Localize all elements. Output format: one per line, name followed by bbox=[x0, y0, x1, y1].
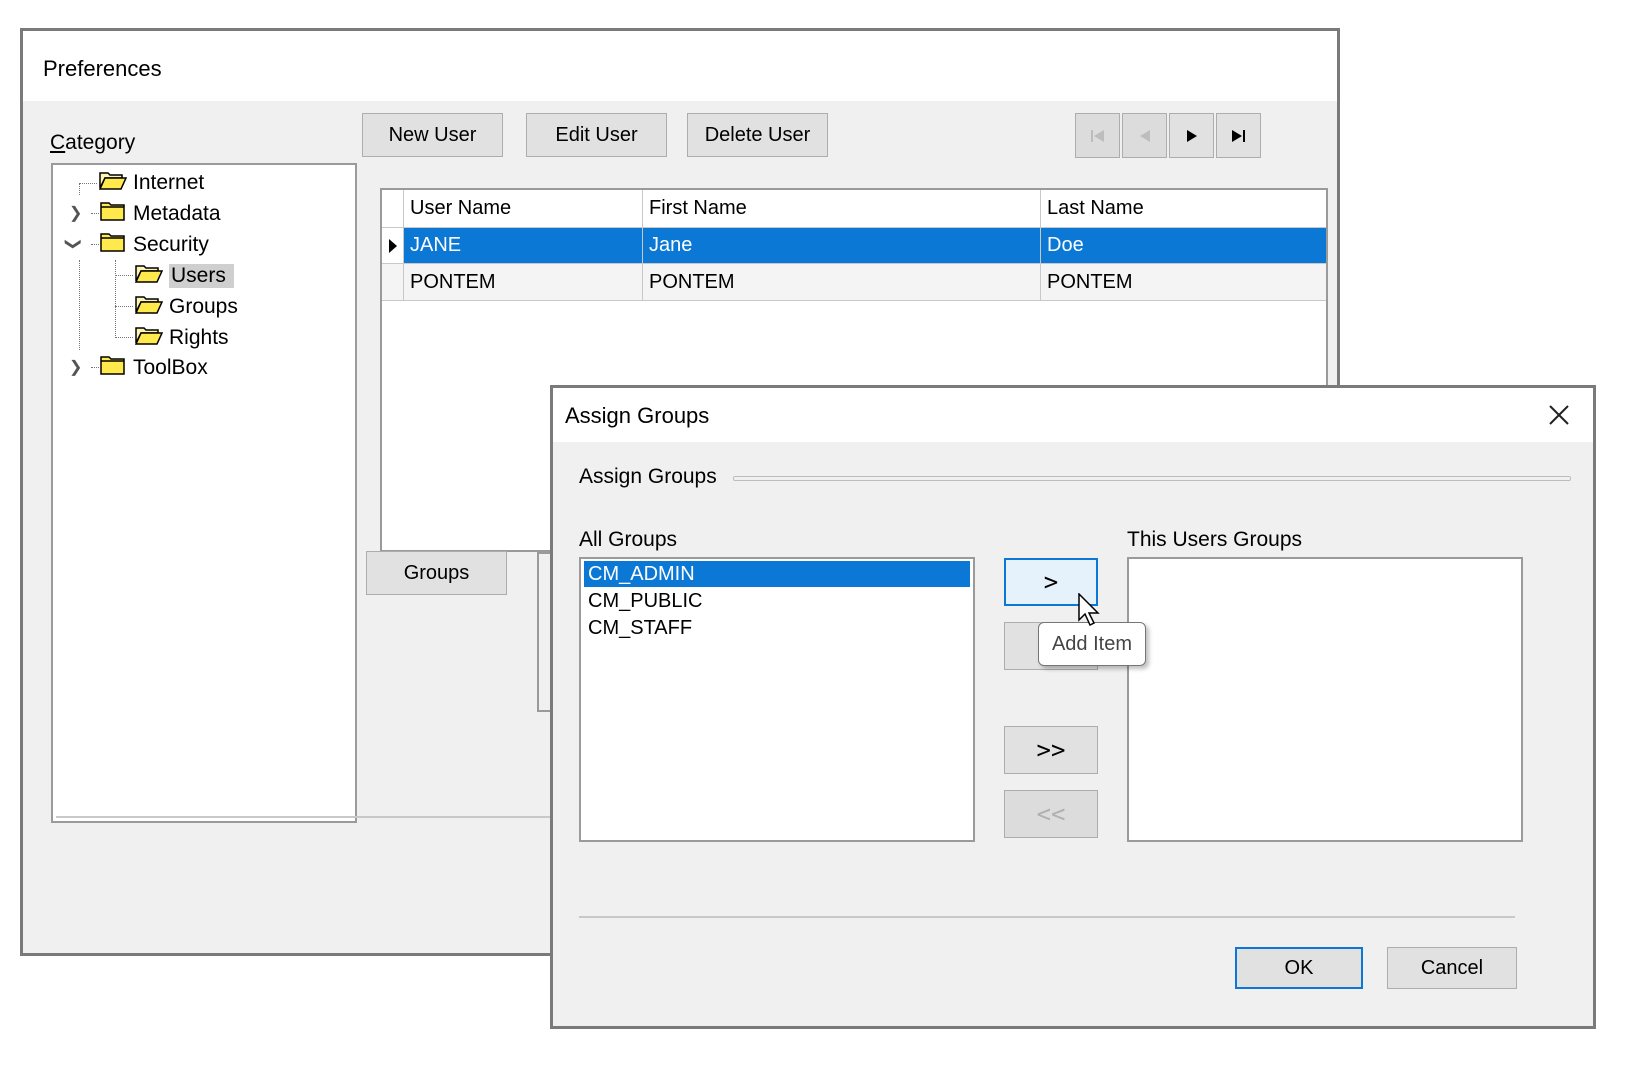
this-users-groups-label: This Users Groups bbox=[1127, 528, 1303, 551]
tree-connector bbox=[79, 260, 80, 350]
divider bbox=[56, 816, 596, 818]
remove-all-button[interactable]: << bbox=[1004, 790, 1098, 838]
category-label-accel: C bbox=[50, 131, 66, 154]
grid-corner bbox=[382, 190, 404, 228]
all-groups-list[interactable]: CM_ADMIN CM_PUBLIC CM_STAFF bbox=[579, 557, 975, 842]
table-cell[interactable]: PONTEM bbox=[1041, 264, 1326, 301]
open-folder-icon bbox=[134, 262, 164, 290]
folder-icon bbox=[99, 354, 127, 382]
column-header[interactable]: User Name bbox=[404, 190, 643, 228]
tree-item-groups[interactable]: Groups bbox=[134, 292, 238, 322]
list-item[interactable]: CM_STAFF bbox=[584, 615, 970, 641]
category-tree[interactable]: ❯ ❯ ❯ Internet Metadata Security Users G… bbox=[51, 163, 357, 823]
cancel-button[interactable]: Cancel bbox=[1387, 947, 1517, 989]
previous-record-icon[interactable] bbox=[1122, 113, 1167, 158]
open-folder-icon bbox=[134, 324, 164, 352]
category-label-rest: ategory bbox=[65, 131, 136, 154]
tree-item-label: Rights bbox=[169, 326, 229, 349]
tree-connector bbox=[115, 275, 133, 276]
window-title: Preferences bbox=[23, 31, 1337, 101]
row-header[interactable] bbox=[382, 264, 404, 301]
this-users-groups-list[interactable] bbox=[1127, 557, 1523, 842]
group-caption: Assign Groups bbox=[579, 465, 727, 489]
chevron-right-icon[interactable]: ❯ bbox=[69, 357, 82, 377]
table-cell[interactable]: JANE bbox=[404, 228, 643, 264]
group-box-line bbox=[733, 476, 1571, 481]
table-cell[interactable]: PONTEM bbox=[404, 264, 643, 301]
tree-item-label-selected: Users bbox=[169, 264, 234, 288]
folder-icon bbox=[99, 231, 127, 259]
list-item[interactable]: CM_PUBLIC bbox=[584, 588, 970, 614]
new-user-button[interactable]: New User bbox=[362, 113, 503, 157]
tree-connector bbox=[79, 183, 97, 184]
tree-connector bbox=[115, 260, 116, 338]
tree-connector bbox=[91, 213, 99, 214]
tree-item-security[interactable]: Security bbox=[99, 230, 209, 260]
tree-item-metadata[interactable]: Metadata bbox=[99, 199, 221, 229]
tree-item-label: ToolBox bbox=[133, 356, 208, 379]
chevron-right-icon[interactable]: ❯ bbox=[69, 203, 82, 223]
last-record-icon[interactable] bbox=[1216, 113, 1261, 158]
list-item[interactable]: CM_ADMIN bbox=[584, 561, 970, 587]
column-header[interactable]: Last Name bbox=[1041, 190, 1326, 228]
table-cell[interactable]: Doe bbox=[1041, 228, 1326, 264]
tree-connector bbox=[79, 183, 80, 195]
chevron-down-icon[interactable]: ❯ bbox=[64, 237, 84, 250]
edit-user-button[interactable]: Edit User bbox=[526, 113, 667, 157]
tree-connector bbox=[115, 306, 133, 307]
close-icon[interactable] bbox=[1538, 395, 1580, 435]
next-record-icon[interactable] bbox=[1169, 113, 1214, 158]
tree-item-internet[interactable]: Internet bbox=[98, 168, 205, 198]
mouse-pointer-icon bbox=[1078, 592, 1102, 632]
tree-connector bbox=[91, 367, 99, 368]
table-cell[interactable]: Jane bbox=[643, 228, 1041, 264]
tree-item-label: Metadata bbox=[133, 202, 221, 225]
all-groups-label: All Groups bbox=[579, 528, 678, 551]
open-folder-icon bbox=[98, 169, 128, 197]
add-all-button[interactable]: >> bbox=[1004, 726, 1098, 774]
tree-connector bbox=[91, 244, 99, 245]
current-row-indicator-icon bbox=[382, 228, 404, 264]
tree-connector bbox=[115, 337, 133, 338]
column-header[interactable]: First Name bbox=[643, 190, 1041, 228]
folder-icon bbox=[99, 200, 127, 228]
tree-item-rights[interactable]: Rights bbox=[134, 323, 229, 353]
ok-button[interactable]: OK bbox=[1235, 947, 1363, 989]
tree-item-label: Internet bbox=[133, 171, 205, 194]
table-cell[interactable]: PONTEM bbox=[643, 264, 1041, 301]
tree-item-users[interactable]: Users bbox=[134, 261, 234, 291]
open-folder-icon bbox=[134, 293, 164, 321]
category-label: Category bbox=[50, 131, 135, 155]
tree-item-label: Groups bbox=[169, 295, 238, 318]
first-record-icon[interactable] bbox=[1075, 113, 1120, 158]
assign-groups-dialog: Assign Groups Assign Groups All Groups T… bbox=[550, 385, 1596, 1029]
divider bbox=[579, 916, 1515, 918]
delete-user-button[interactable]: Delete User bbox=[687, 113, 828, 157]
groups-button[interactable]: Groups bbox=[366, 551, 507, 595]
tree-item-toolbox[interactable]: ToolBox bbox=[99, 353, 208, 383]
tree-item-label: Security bbox=[133, 233, 209, 256]
dialog-title: Assign Groups bbox=[565, 403, 710, 428]
